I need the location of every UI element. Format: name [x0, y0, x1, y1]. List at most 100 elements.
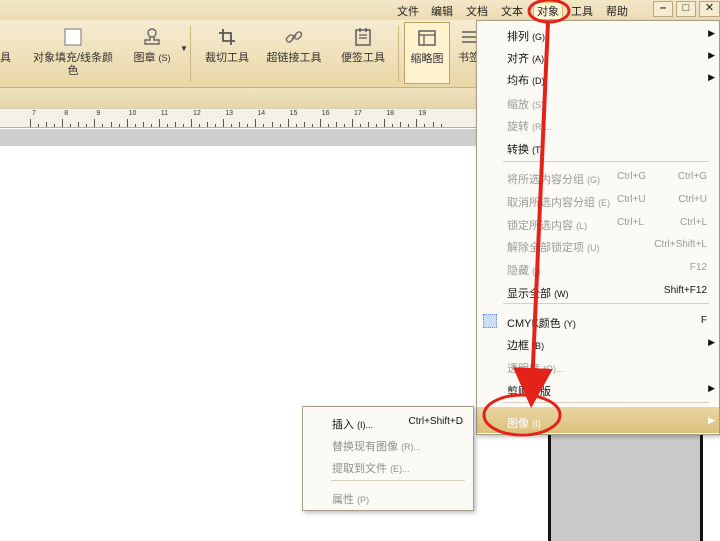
menu-item-shortcut: Ctrl+L — [617, 217, 644, 228]
menu-object[interactable]: 对象 — [533, 2, 563, 20]
ruler-minor-tick — [70, 124, 72, 127]
bookmark-button[interactable]: 书签 — [458, 26, 476, 65]
submenu-item-access-key: (I)... — [357, 420, 374, 430]
menu-item[interactable]: 旋转 (R)... — [477, 113, 719, 135]
menu-item-label: CMYK颜色 (Y) — [507, 315, 576, 331]
menu-item-text: 显示全部 — [507, 288, 551, 300]
submenu-item-text: 插入 — [332, 419, 354, 431]
menu-item-access-key: (S) — [532, 100, 545, 110]
menu-edit[interactable]: 编辑 — [431, 3, 453, 19]
stamp-icon — [144, 28, 160, 45]
menu-item-text: 透明度 — [507, 363, 540, 375]
menu-item[interactable]: 转换 (T) — [477, 136, 719, 158]
sticky-note-tool-button[interactable]: 便签工具 — [339, 26, 387, 65]
submenu-item-shortcut: Ctrl+Shift+D — [408, 416, 463, 427]
menu-item[interactable]: 透明度 (O)... — [477, 355, 719, 377]
menu-item-label: 旋转 (R)... — [507, 118, 552, 134]
menu-item[interactable]: 排列 (G) ▶ — [477, 23, 719, 45]
submenu-item[interactable]: 提取到文件 (E)... — [303, 456, 473, 476]
submenu-item[interactable]: 插入 (I)... Ctrl+Shift+D — [303, 412, 473, 432]
ruler-minor-tick — [392, 124, 394, 127]
menu-item[interactable]: 解除全部锁定项 (U) Ctrl+Shift+L — [477, 234, 719, 256]
ruler-major-tick — [384, 119, 386, 127]
ruler-minor-tick — [360, 124, 362, 127]
submenu-item-label: 属性 (P) — [332, 491, 369, 507]
bookmark-label: 书签 — [458, 52, 476, 64]
ruler-tick-label: 19 — [418, 110, 427, 117]
ruler-minor-tick — [207, 122, 209, 127]
minimize-button[interactable]: – — [653, 1, 673, 17]
menu-item-label: 将所选内容分组 (G) — [507, 171, 600, 187]
menu-item-label: 显示全部 (W) — [507, 285, 569, 301]
menu-item-label: 边框 (B) — [507, 337, 544, 353]
hyperlink-tool-button[interactable]: 超链接工具 — [265, 26, 323, 65]
menu-item[interactable]: 锁定所选内容 (L) Ctrl+L Ctrl+L — [477, 212, 719, 234]
menu-document[interactable]: 文档 — [466, 3, 488, 19]
menu-file[interactable]: 文件 — [397, 3, 419, 19]
stamp-button[interactable]: 图章 (S) — [130, 26, 174, 65]
ruler-major-tick — [416, 119, 418, 127]
menu-item[interactable]: 隐藏 (I) F12 — [477, 257, 719, 279]
maximize-button[interactable]: □ — [676, 1, 696, 17]
ruler-minor-tick — [376, 124, 378, 127]
close-button[interactable]: ✕ — [699, 1, 720, 17]
menu-item[interactable]: 剪贴蒙版 ▶ — [477, 378, 719, 400]
ruler-minor-tick — [408, 124, 410, 127]
ruler-minor-tick — [231, 124, 233, 127]
menu-item-text: 解除全部锁定项 — [507, 242, 584, 254]
menu-item-access-key: (D) — [532, 76, 545, 86]
menu-item[interactable]: CMYK颜色 (Y) F — [477, 310, 719, 332]
ruler-minor-tick — [400, 122, 402, 127]
tool-partial[interactable]: 具 — [0, 52, 11, 65]
ruler-minor-tick — [54, 124, 56, 127]
ruler-major-tick — [94, 119, 96, 127]
crop-tool-button[interactable]: 裁切工具 — [203, 26, 251, 65]
ruler-tick-label: 12 — [193, 110, 201, 117]
menu-item-text: 均布 — [507, 75, 529, 87]
ruler-major-tick — [126, 119, 128, 127]
submenu-item[interactable]: 属性 (P) — [303, 487, 473, 507]
menu-item-access-key: (L) — [576, 221, 588, 231]
ruler-minor-tick — [247, 124, 249, 127]
sticky-note-icon — [355, 28, 371, 46]
menu-item[interactable]: 图像 (I) ▶ — [477, 407, 719, 433]
menu-item-label: 解除全部锁定项 (U) — [507, 239, 600, 255]
submenu-item[interactable]: 替换现有图像 (R)... — [303, 434, 473, 454]
ruler-tick-label: 10 — [128, 110, 137, 117]
fill-stroke-color-button[interactable]: 对象填充/线条颜 色 — [30, 26, 116, 78]
ruler-minor-tick — [102, 124, 104, 127]
menu-item-text: 缩放 — [507, 99, 529, 111]
ruler-minor-tick — [38, 124, 40, 127]
menu-item-label: 透明度 (O)... — [507, 360, 564, 376]
menu-text[interactable]: 文本 — [501, 3, 523, 19]
submenu-item-label: 插入 (I)... — [332, 416, 373, 432]
menu-item-label: 排列 (G) — [507, 28, 545, 44]
menu-tools[interactable]: 工具 — [571, 3, 593, 19]
menu-item-shortcut: F12 — [689, 262, 707, 273]
menu-help[interactable]: 帮助 — [606, 3, 628, 19]
menu-item-text: CMYK颜色 — [507, 318, 561, 330]
menu-item[interactable]: 缩放 (S) — [477, 91, 719, 113]
ruler-tick-label: 15 — [289, 110, 298, 117]
menu-item[interactable]: 边框 (B) ▶ — [477, 332, 719, 354]
ruler-minor-tick — [295, 124, 297, 127]
submenu-separator — [331, 480, 465, 481]
menu-item-label: 转换 (T) — [507, 141, 544, 157]
menu-item-access-key: (W) — [554, 289, 569, 299]
fill-stroke-label-line1: 对象填充/线条颜 — [32, 52, 114, 64]
ruler-minor-tick — [279, 124, 281, 127]
menu-item-label: 图像 (I) — [507, 415, 541, 431]
menu-item[interactable]: 显示全部 (W) Shift+F12 — [477, 280, 719, 302]
menu-item-label: 锁定所选内容 (L) — [507, 217, 587, 233]
thumbnail-button[interactable]: 缩略图 — [404, 22, 450, 84]
page-preview-area — [548, 430, 703, 541]
menu-item[interactable]: 取消所选内容分组 (E) Ctrl+U Ctrl+U — [477, 189, 719, 211]
stamp-dropdown-icon[interactable]: ▼ — [180, 44, 188, 53]
menu-item[interactable]: 对齐 (A) ▶ — [477, 45, 719, 67]
menu-item-shortcut: Ctrl+U — [678, 194, 707, 205]
fill-stroke-label-line2: 色 — [67, 65, 79, 77]
menu-item[interactable]: 均布 (D) ▶ — [477, 67, 719, 89]
menu-item[interactable]: 将所选内容分组 (G) Ctrl+G Ctrl+G — [477, 166, 719, 188]
menu-item-access-key: (A) — [532, 54, 545, 64]
submenu-item-text: 属性 — [332, 494, 354, 506]
